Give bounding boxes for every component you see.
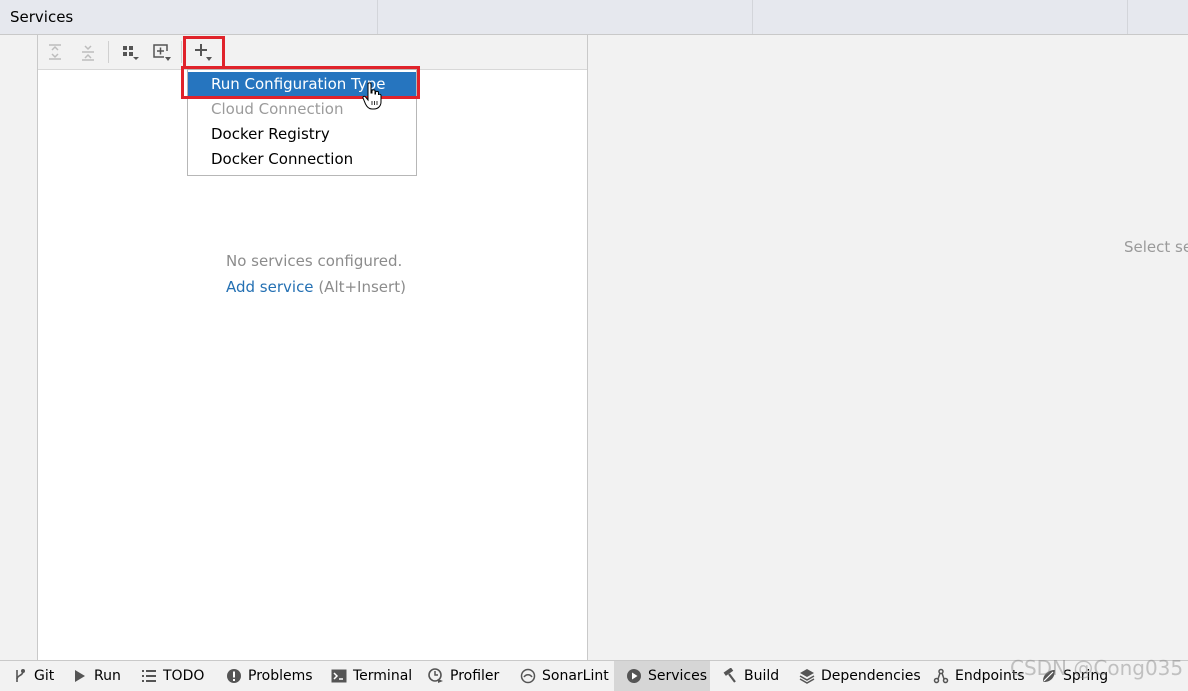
toolbar-divider	[181, 41, 182, 63]
tab-profiler[interactable]: Profiler	[428, 661, 499, 691]
dependencies-icon	[799, 668, 815, 684]
add-service-link[interactable]: Add service	[226, 278, 314, 296]
tool-window-header: Services	[0, 0, 1188, 35]
tool-window-title: Services	[10, 8, 74, 26]
tab-todo[interactable]: TODO	[141, 661, 204, 691]
todo-list-icon	[141, 668, 157, 684]
details-panel: Select se	[588, 35, 1188, 660]
toolbar-divider	[108, 41, 109, 63]
endpoints-icon	[933, 668, 949, 684]
build-hammer-icon	[722, 668, 738, 684]
add-service-line: Add service (Alt+Insert)	[226, 278, 406, 296]
empty-state-message: No services configured.	[226, 252, 403, 270]
tab-run[interactable]: Run	[72, 661, 121, 691]
annotation-highlight-box	[181, 66, 420, 99]
tab-build[interactable]: Build	[722, 661, 779, 691]
expand-all-icon[interactable]	[44, 41, 66, 63]
services-icon	[626, 668, 642, 684]
collapse-all-icon[interactable]	[77, 41, 99, 63]
problems-icon	[226, 668, 242, 684]
menu-item-docker-registry[interactable]: Docker Registry	[188, 122, 416, 147]
tab-problems[interactable]: Problems	[226, 661, 313, 691]
details-placeholder-text: Select se	[1124, 238, 1188, 256]
new-tab-icon[interactable]	[150, 41, 172, 63]
tab-terminal[interactable]: Terminal	[331, 661, 412, 691]
sonarlint-icon	[520, 668, 536, 684]
menu-item-docker-connection[interactable]: Docker Connection	[188, 147, 416, 172]
git-branch-icon	[12, 668, 28, 684]
add-service-shortcut: (Alt+Insert)	[318, 278, 406, 296]
tab-dependencies[interactable]: Dependencies	[799, 661, 921, 691]
watermark-text: CSDN @Cong035	[1010, 656, 1184, 680]
tab-sonarlint[interactable]: SonarLint	[520, 661, 609, 691]
tab-git[interactable]: Git	[12, 661, 54, 691]
annotation-highlight-box	[183, 36, 225, 69]
header-divider	[752, 0, 753, 34]
services-toolbar	[38, 35, 587, 70]
left-gutter	[0, 35, 38, 660]
terminal-icon	[331, 668, 347, 684]
group-by-icon[interactable]	[119, 41, 141, 63]
header-divider	[1127, 0, 1128, 34]
tab-services[interactable]: Services	[614, 661, 710, 691]
run-icon	[72, 668, 88, 684]
hand-cursor-icon	[362, 82, 382, 110]
header-divider	[377, 0, 378, 34]
profiler-icon	[428, 668, 444, 684]
